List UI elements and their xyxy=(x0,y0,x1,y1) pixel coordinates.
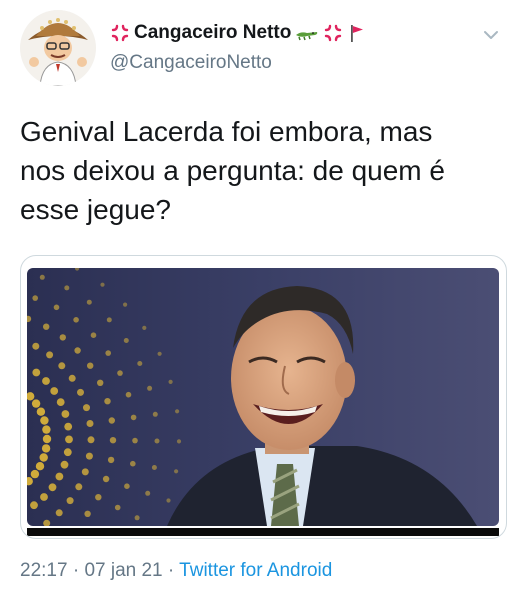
crocodile-icon xyxy=(295,23,319,43)
tweet-media[interactable] xyxy=(20,255,507,539)
meta-separator: · xyxy=(72,560,80,581)
handle[interactable]: @CangaceiroNetto xyxy=(110,52,482,74)
author-block: Cangaceiro Netto @CangaceiroNetto xyxy=(110,18,482,74)
tweet-source-link[interactable]: Twitter for Android xyxy=(179,560,332,581)
red-flag-icon xyxy=(347,23,367,43)
anger-symbol-icon xyxy=(323,23,343,43)
tweet-text: Genival Lacerda foi embora, mas nos deix… xyxy=(20,116,445,225)
tweet-photo xyxy=(27,268,499,526)
chevron-down-icon[interactable] xyxy=(482,26,500,44)
avatar[interactable] xyxy=(20,10,96,86)
tweet-date[interactable]: 07 jan 21 xyxy=(84,560,162,581)
tweet-card: Cangaceiro Netto @CangaceiroNetto Geniva… xyxy=(0,0,522,600)
tweet-meta: 22:17 · 07 jan 21 · Twitter for Android xyxy=(20,560,332,582)
media-bottom-bar xyxy=(27,528,499,536)
display-name[interactable]: Cangaceiro Netto xyxy=(134,22,291,44)
anger-symbol-icon xyxy=(110,23,130,43)
meta-separator: · xyxy=(167,560,175,581)
tweet-time[interactable]: 22:17 xyxy=(20,560,68,581)
name-row[interactable]: Cangaceiro Netto xyxy=(110,18,482,48)
avatar-image xyxy=(20,10,96,86)
